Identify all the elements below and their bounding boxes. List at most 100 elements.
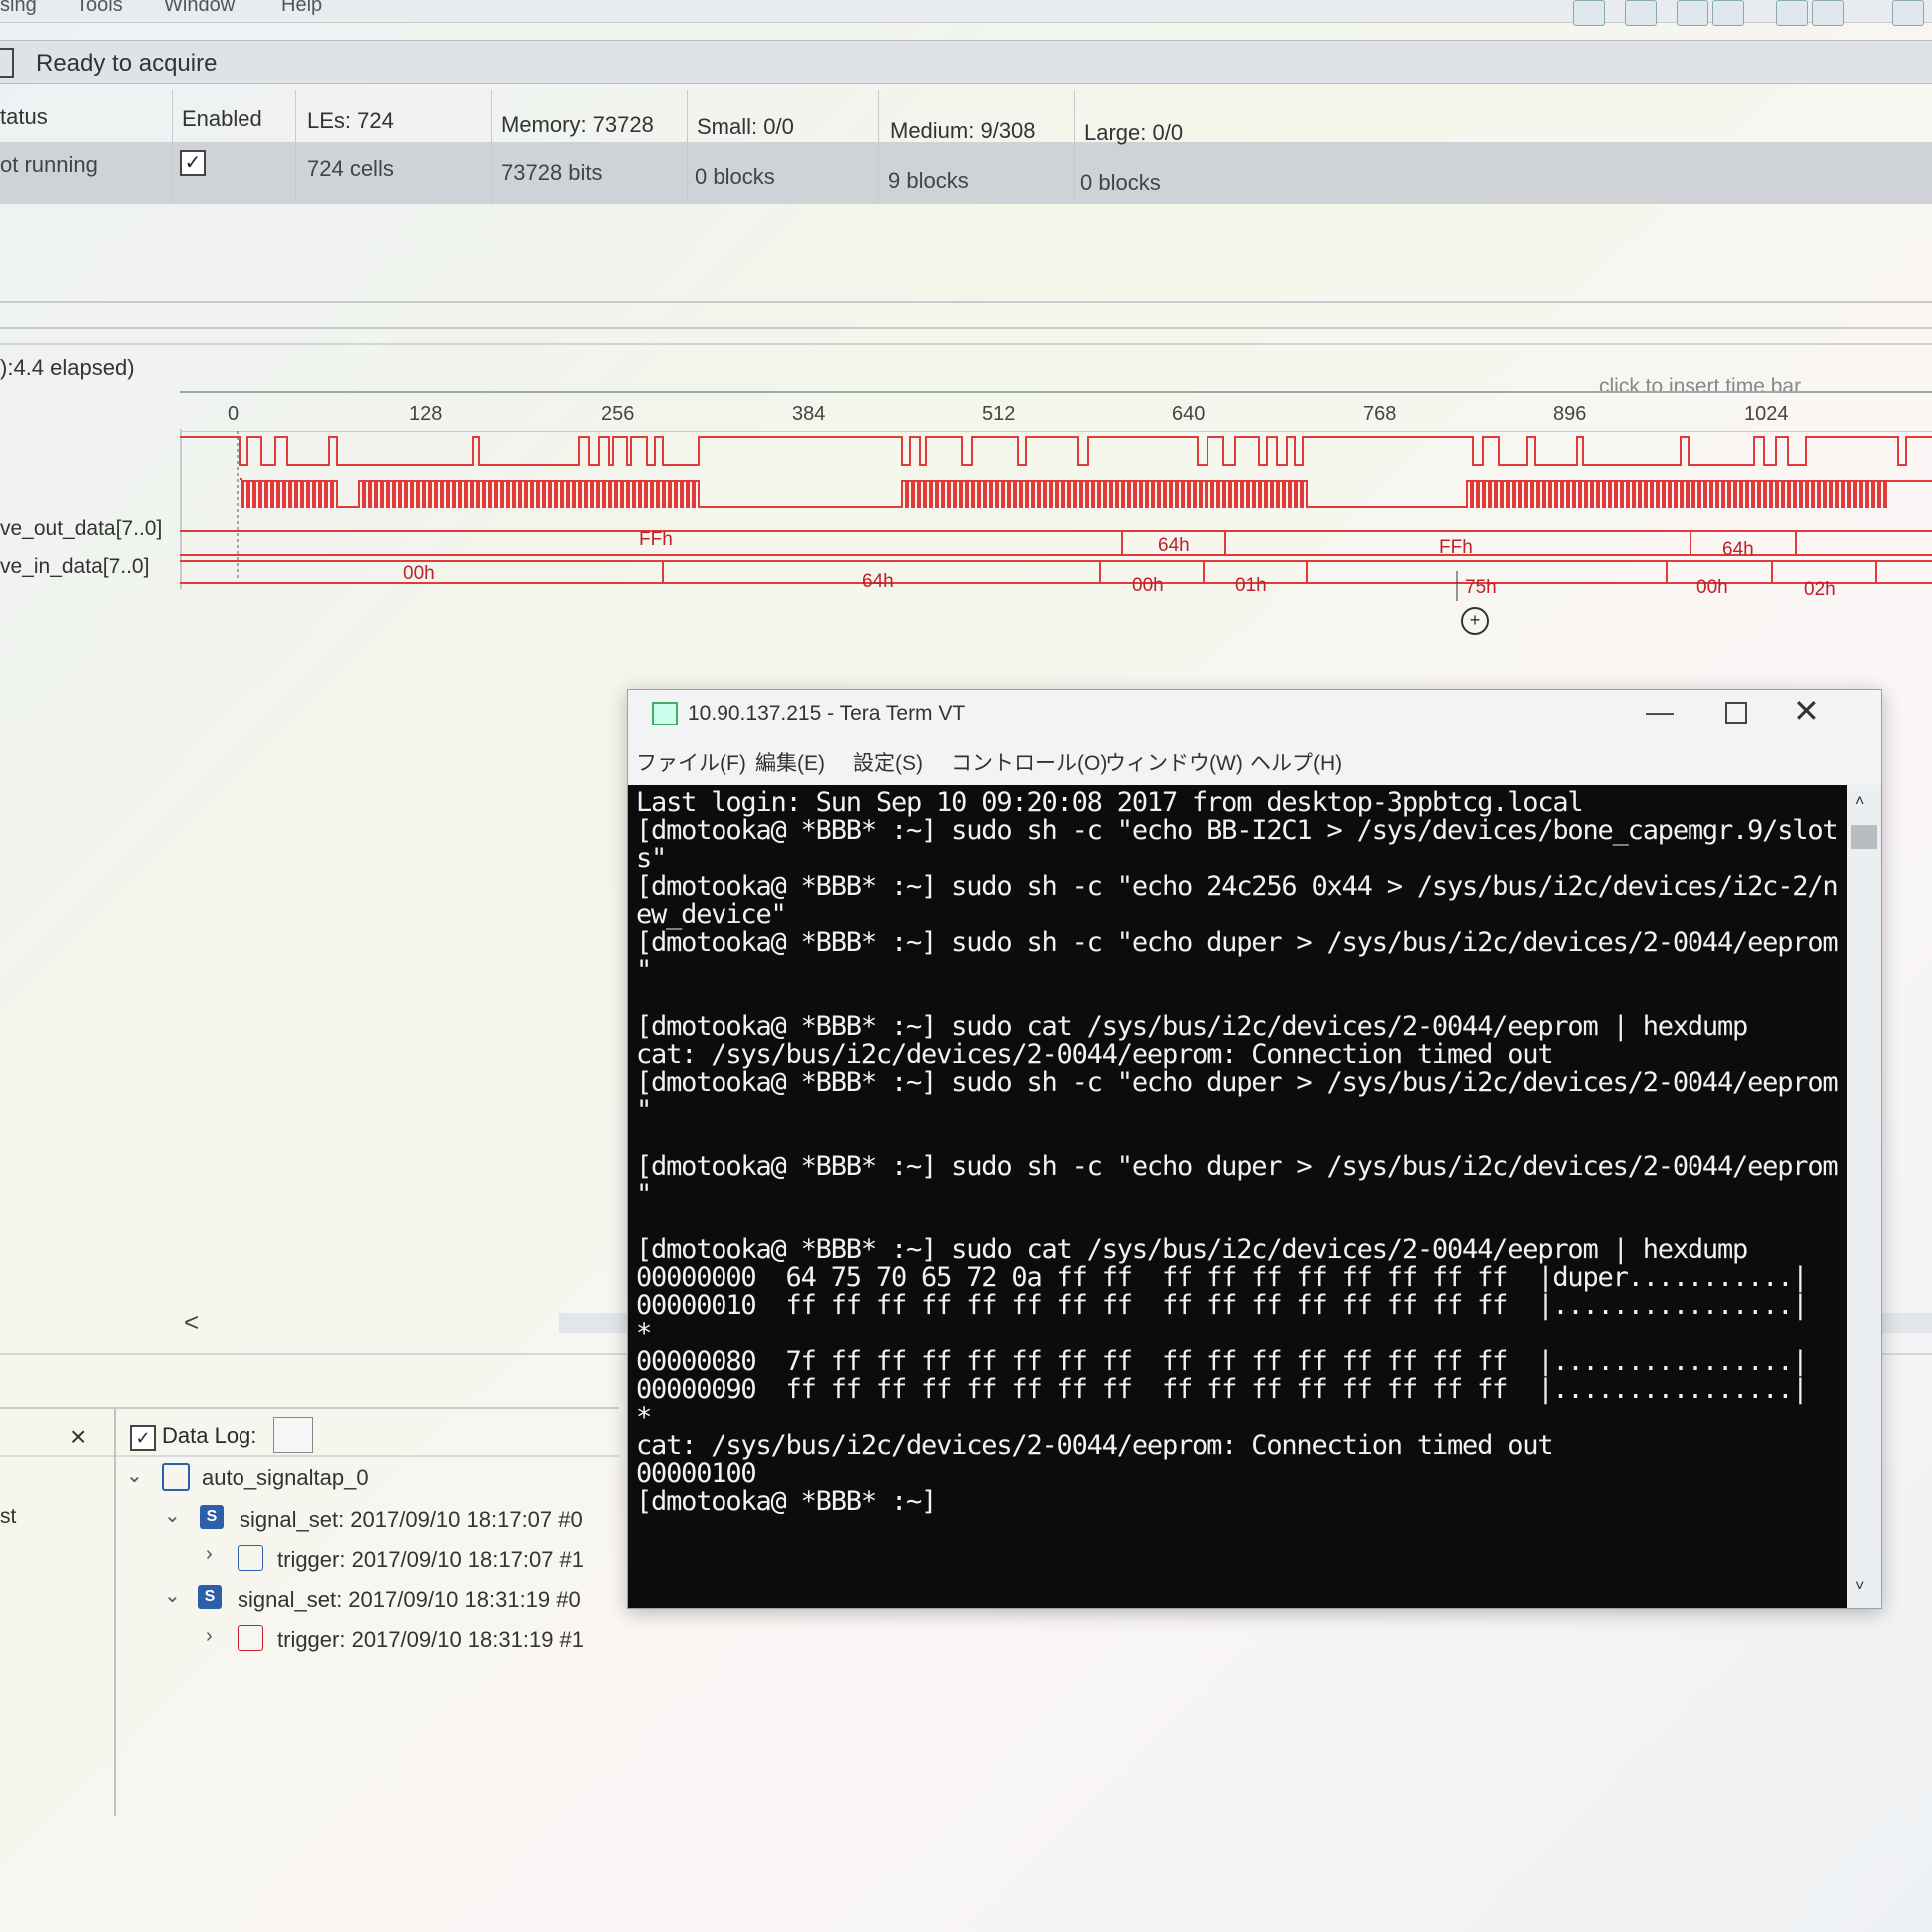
maximize-button[interactable] — [1725, 702, 1747, 724]
menu-item-window[interactable]: Window — [164, 0, 235, 17]
toolbar — [1553, 0, 1932, 26]
tick-label: 384 — [792, 403, 826, 425]
header-enabled: Enabled — [182, 106, 262, 131]
tree-item-signal-set[interactable]: signal_set: 2017/09/10 18:31:19 #0 — [238, 1587, 581, 1613]
run-icon[interactable] — [1892, 0, 1924, 26]
in-value: 64h — [862, 571, 894, 592]
terminal-line: [dmotooka@ *BBB* :~] sudo cat /sys/bus/i… — [636, 1011, 1748, 1042]
terminal-line: " — [636, 955, 652, 986]
in-value: 01h — [1235, 575, 1267, 596]
instance-manager-icon[interactable] — [0, 48, 14, 78]
scrollbar-thumb[interactable] — [1851, 825, 1877, 849]
teraterm-app-icon — [652, 702, 678, 725]
column-separator — [491, 90, 492, 204]
header-status: tatus — [0, 104, 48, 129]
scroll-left-arrow[interactable]: < — [184, 1307, 199, 1338]
terminal-line: [dmotooka@ *BBB* :~] sudo sh -c "echo du… — [636, 1067, 1839, 1098]
waveform-header-line — [0, 343, 1932, 345]
terminal-line: [dmotooka@ *BBB* :~] sudo sh -c "echo BB… — [636, 815, 1839, 846]
cell-memory: 73728 bits — [501, 160, 603, 185]
terminal-line: cat: /sys/bus/i2c/devices/2-0044/eeprom:… — [636, 1430, 1554, 1461]
signal-in-data[interactable]: ve_in_data[7..0] — [0, 555, 149, 579]
menu-item-tools[interactable]: Tools — [76, 0, 123, 17]
expand-chevron-icon[interactable]: ⌄ — [164, 1503, 181, 1528]
toolbar-instance-icon[interactable] — [1573, 0, 1605, 26]
in-data-bus — [180, 560, 1932, 584]
time-ruler[interactable] — [180, 391, 1932, 432]
terminal-line: [dmotooka@ *BBB* :~] sudo cat /sys/bus/i… — [636, 1234, 1748, 1265]
menu-window[interactable]: ウィンドウ(W) — [1105, 747, 1243, 777]
tree-item-signal-set[interactable]: signal_set: 2017/09/10 18:17:07 #0 — [240, 1507, 583, 1533]
header-large: Large: 0/0 — [1084, 120, 1184, 145]
expand-chevron-icon[interactable]: ⌄ — [126, 1463, 143, 1488]
redo-icon[interactable] — [1712, 0, 1744, 26]
out-value: 64h — [1158, 535, 1190, 556]
terminal-line: [dmotooka@ *BBB* :~] sudo sh -c "echo du… — [636, 1151, 1839, 1182]
close-panel-icon[interactable]: × — [70, 1421, 86, 1453]
terminal-line: ew_device" — [636, 899, 787, 930]
acquire-status: Ready to acquire — [36, 50, 218, 77]
enabled-checkbox[interactable]: ✓ — [180, 150, 206, 176]
tick-label: 1024 — [1744, 403, 1789, 425]
terminal-scrollbar[interactable] — [1847, 785, 1881, 1608]
panel-divider — [0, 327, 1932, 329]
tick-label: 640 — [1172, 403, 1206, 425]
tick-label: 768 — [1363, 403, 1397, 425]
menu-file[interactable]: ファイル(F) — [636, 747, 746, 777]
tree-item-instance[interactable]: auto_signaltap_0 — [202, 1465, 369, 1491]
tree-item-trigger[interactable]: trigger: 2017/09/10 18:17:07 #1 — [277, 1547, 584, 1573]
datalog-checkbox[interactable]: ✓ — [130, 1425, 156, 1451]
datalog-export-icon[interactable] — [273, 1417, 313, 1453]
menu-item-processing[interactable]: sing — [0, 0, 37, 17]
column-separator — [687, 90, 688, 204]
header-medium: Medium: 9/308 — [890, 118, 1036, 143]
tick-label: 256 — [601, 403, 635, 425]
expand-chevron-icon[interactable]: › — [206, 1543, 213, 1566]
header-small: Small: 0/0 — [697, 114, 794, 139]
scroll-down-arrow[interactable]: ˅ — [1855, 1578, 1864, 1596]
scl-trace — [180, 436, 1932, 466]
in-value: 00h — [1696, 577, 1728, 598]
signal-set-icon: S — [200, 1505, 224, 1529]
terminal-line: 00000080 7f ff ff ff ff ff ff ff ff ff f… — [636, 1346, 1809, 1377]
tree-item-trigger[interactable]: trigger: 2017/09/10 18:31:19 #1 — [277, 1627, 584, 1653]
binoculars-icon[interactable] — [1812, 0, 1844, 26]
column-separator — [172, 90, 173, 204]
settings-icon[interactable] — [1776, 0, 1808, 26]
undo-icon[interactable] — [1677, 0, 1708, 26]
zoom-cursor-icon: + — [1461, 607, 1489, 635]
panel-separator[interactable] — [114, 1407, 116, 1816]
expand-chevron-icon[interactable]: ⌄ — [164, 1583, 181, 1608]
save-icon[interactable] — [1625, 0, 1657, 26]
column-separator — [878, 90, 879, 204]
elapsed-time: ):4.4 elapsed) — [0, 355, 135, 380]
signal-set-icon: S — [198, 1585, 222, 1609]
out-data-bus — [180, 530, 1932, 556]
terminal-line: 00000100 — [636, 1458, 757, 1489]
scroll-up-arrow[interactable]: ˄ — [1855, 793, 1864, 811]
terminal-line: * — [636, 1402, 652, 1433]
close-button[interactable]: ✕ — [1793, 692, 1820, 729]
minimize-button[interactable]: — — [1646, 696, 1674, 727]
menu-help[interactable]: ヘルプ(H) — [1250, 747, 1342, 777]
waveform-traces[interactable] — [180, 431, 1932, 601]
signal-out-data[interactable]: ve_out_data[7..0] — [0, 517, 162, 541]
in-value: 02h — [1804, 579, 1836, 600]
trigger-icon — [238, 1545, 263, 1571]
menu-item-help[interactable]: Help — [281, 0, 322, 17]
header-les: LEs: 724 — [307, 108, 394, 133]
column-separator — [1074, 90, 1075, 204]
terminal-line: " — [636, 1179, 652, 1209]
expand-chevron-icon[interactable]: › — [206, 1625, 213, 1648]
terminal-screen[interactable]: Last login: Sun Sep 10 09:20:08 2017 fro… — [628, 785, 1847, 1608]
terminal-line: 00000010 ff ff ff ff ff ff ff ff ff ff f… — [636, 1290, 1809, 1321]
cell-medium: 9 blocks — [888, 168, 969, 193]
terminal-line: * — [636, 1318, 652, 1349]
signaltap-instance-icon — [162, 1463, 190, 1491]
terminal-line: " — [636, 1095, 652, 1126]
menu-control[interactable]: コントロール(O) — [951, 747, 1107, 777]
menu-setup[interactable]: 設定(S) — [853, 747, 923, 777]
teraterm-title: 10.90.137.215 - Tera Term VT — [688, 702, 966, 724]
teraterm-window[interactable]: 10.90.137.215 - Tera Term VT — ✕ ファイル(F)… — [627, 689, 1882, 1609]
menu-edit[interactable]: 編集(E) — [755, 747, 825, 777]
